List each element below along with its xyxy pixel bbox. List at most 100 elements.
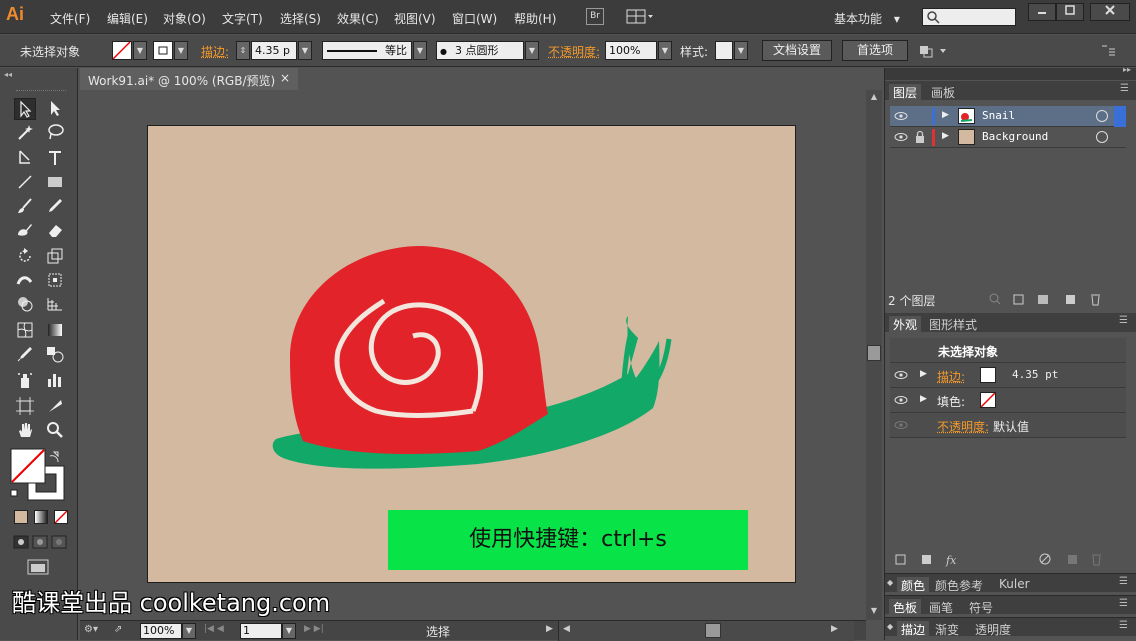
opacity-dropdown[interactable]: ▼ [658, 41, 672, 60]
gradient-tool-icon[interactable] [44, 320, 66, 342]
scroll-down-icon[interactable]: ▼ [868, 606, 880, 616]
bridge-button[interactable]: Br [586, 8, 604, 25]
close-window-button[interactable] [1090, 3, 1130, 21]
tab-color[interactable]: 颜色 [897, 577, 929, 594]
menu-effect[interactable]: 效果(C) [337, 10, 379, 27]
menu-type[interactable]: 文字(T) [222, 10, 263, 27]
layers-panel-menu-icon[interactable]: ☰ [1120, 83, 1129, 94]
tab-appearance[interactable]: 外观 [889, 316, 921, 333]
appearance-panel-menu-icon[interactable]: ☰ [1119, 315, 1128, 326]
panel-toggle-icon[interactable]: ◆ [887, 622, 893, 631]
tools-grip[interactable] [16, 90, 66, 94]
style-dropdown[interactable]: ▼ [734, 41, 748, 60]
screen-mode-button[interactable] [26, 558, 50, 576]
tab-graphic-styles[interactable]: 图形样式 [929, 316, 977, 333]
visibility-eye-icon[interactable] [894, 369, 908, 381]
layer-row-snail[interactable]: ▶ Snail [890, 106, 1126, 127]
swatches-panel-menu-icon[interactable]: ☰ [1119, 598, 1128, 609]
fill-swatch[interactable] [112, 41, 132, 60]
tab-transparency[interactable]: 透明度 [975, 621, 1011, 638]
visibility-eye-icon[interactable] [894, 131, 908, 143]
menu-object[interactable]: 对象(O) [163, 10, 206, 27]
zoom-level-input[interactable]: 100% [140, 623, 182, 639]
color-mode-button[interactable] [14, 510, 28, 524]
document-setup-button[interactable]: 文档设置 [762, 40, 832, 61]
lasso-tool-icon[interactable] [44, 122, 66, 144]
brush-dropdown[interactable]: ▼ [525, 41, 539, 60]
pen-tool-icon[interactable] [14, 148, 36, 170]
close-document-icon[interactable]: × [280, 71, 290, 85]
tab-stroke[interactable]: 描边 [897, 621, 929, 638]
scale-tool-icon[interactable] [44, 246, 66, 268]
selection-tool-icon[interactable] [14, 98, 36, 120]
help-search-input[interactable] [922, 8, 1016, 26]
draw-mode-buttons[interactable] [12, 534, 68, 550]
document-tab[interactable]: Work91.ai* @ 100% (RGB/预览) × [80, 68, 298, 90]
eyedropper-tool-icon[interactable] [14, 344, 36, 366]
artboard-number-input[interactable]: 1 [240, 623, 282, 639]
last-artboard-icon[interactable]: ▶ ▶| [304, 624, 324, 634]
style-swatch[interactable] [715, 41, 733, 60]
artboard-dropdown[interactable]: ▼ [282, 623, 296, 639]
pencil-tool-icon[interactable] [44, 196, 66, 218]
layers-footer-buttons[interactable] [988, 292, 1108, 306]
share-icon[interactable]: ⇗ [114, 624, 128, 638]
scroll-right-icon[interactable]: ▶ [831, 624, 838, 634]
layer-target-icon[interactable] [1096, 131, 1108, 143]
artboard-tool-icon[interactable] [14, 396, 36, 418]
rectangle-tool-icon[interactable] [44, 172, 66, 194]
stroke-dropdown[interactable]: ▼ [174, 41, 188, 60]
menu-help[interactable]: 帮助(H) [514, 10, 556, 27]
layer-selection-indicator[interactable] [1114, 106, 1126, 127]
expand-layer-icon[interactable]: ▶ [942, 131, 949, 141]
minimize-button[interactable] [1028, 3, 1056, 21]
tab-artboards[interactable]: 画板 [931, 84, 955, 101]
magic-wand-tool-icon[interactable] [14, 122, 36, 144]
appearance-opacity-label[interactable]: 不透明度: [937, 418, 989, 435]
brush-definition[interactable]: ● 3 点圆形 [436, 41, 524, 60]
vertical-scrollbar[interactable]: ▲ ▼ [866, 90, 882, 620]
first-artboard-icon[interactable]: |◀ ◀ [204, 624, 224, 634]
tab-symbols[interactable]: 符号 [969, 599, 993, 616]
vertical-scroll-thumb[interactable] [867, 345, 881, 361]
menu-select[interactable]: 选择(S) [280, 10, 321, 27]
appearance-fill-row[interactable]: ▶ 填色: [890, 388, 1126, 413]
visibility-eye-icon-dim[interactable] [894, 419, 908, 431]
perspective-grid-tool-icon[interactable] [44, 294, 66, 316]
menu-window[interactable]: 窗口(W) [452, 10, 497, 27]
zoom-tool-icon[interactable] [44, 420, 66, 442]
tab-swatches[interactable]: 色板 [889, 599, 921, 616]
maximize-button[interactable] [1056, 3, 1084, 21]
line-segment-tool-icon[interactable] [14, 172, 36, 194]
stroke-weight-dropdown[interactable]: ▼ [298, 41, 312, 60]
rotate-tool-icon[interactable] [14, 246, 36, 268]
arrange-button[interactable] [918, 43, 948, 59]
stroke-panel-menu-icon[interactable]: ☰ [1119, 620, 1128, 631]
appearance-stroke-row[interactable]: ▶ 描边: 4.35 pt [890, 363, 1126, 388]
collapse-tools-icon[interactable]: ◂◂ [4, 70, 12, 79]
gradient-mode-button[interactable] [34, 510, 48, 524]
menu-file[interactable]: 文件(F) [50, 10, 90, 27]
opacity-input[interactable]: 100% [605, 41, 657, 60]
horizontal-scrollbar[interactable]: ◀ ▶ [558, 621, 854, 641]
expand-stroke-icon[interactable]: ▶ [920, 369, 927, 379]
type-tool-icon[interactable] [44, 148, 66, 170]
stroke-weight-input[interactable]: 4.35 p [251, 41, 297, 60]
fill-color-swatch[interactable] [980, 392, 996, 408]
expand-fill-icon[interactable]: ▶ [920, 394, 927, 404]
stroke-swatch[interactable] [153, 41, 173, 60]
free-transform-tool-icon[interactable] [44, 270, 66, 292]
paintbrush-tool-icon[interactable] [14, 196, 36, 218]
mesh-tool-icon[interactable] [14, 320, 36, 342]
width-tool-icon[interactable] [14, 270, 36, 292]
layer-target-icon[interactable] [1096, 110, 1108, 122]
none-mode-button[interactable] [54, 510, 68, 524]
opacity-label[interactable]: 不透明度: [548, 43, 600, 60]
panel-toggle-icon[interactable]: ◆ [887, 578, 893, 587]
menu-edit[interactable]: 编辑(E) [107, 10, 148, 27]
fill-stroke-widget[interactable] [10, 448, 66, 504]
appearance-opacity-row[interactable]: 不透明度: 默认值 [890, 413, 1126, 438]
horizontal-scroll-thumb[interactable] [705, 623, 721, 638]
control-bar-menu-button[interactable] [1100, 44, 1116, 58]
tab-gradient[interactable]: 渐变 [935, 621, 959, 638]
